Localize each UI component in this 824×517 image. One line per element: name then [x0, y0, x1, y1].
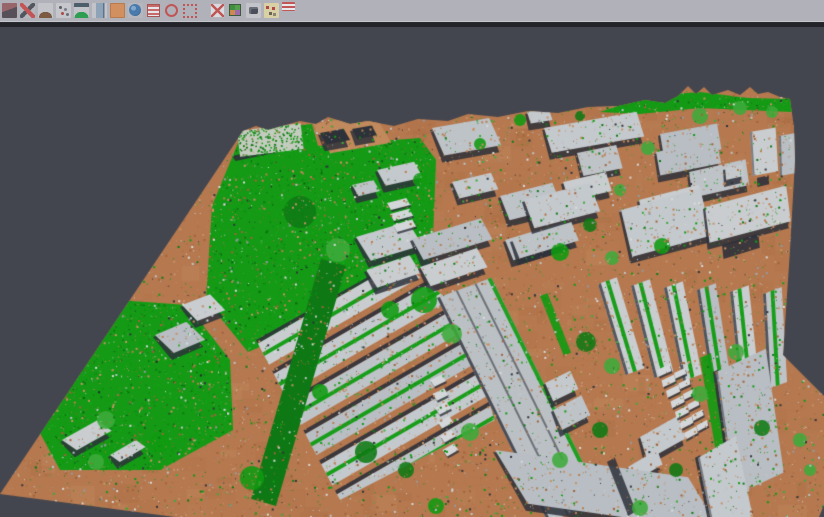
points-icon[interactable] [56, 3, 71, 18]
point-cloud-render[interactable] [0, 27, 824, 517]
move-tool-icon[interactable] [20, 3, 35, 18]
layers-icon[interactable] [146, 3, 161, 18]
camera-icon[interactable] [246, 3, 261, 18]
toolbar [0, 0, 824, 22]
3d-viewport[interactable] [0, 27, 824, 517]
globe-icon[interactable] [128, 3, 143, 18]
terrain-icon[interactable] [38, 3, 53, 18]
profile-icon[interactable] [92, 3, 107, 18]
ground-class-icon[interactable] [110, 3, 125, 18]
zoom-extents-icon[interactable] [182, 3, 197, 18]
circle-select-icon[interactable] [164, 3, 179, 18]
point-cloud-viewer-window [0, 0, 824, 517]
vegetation-icon[interactable] [74, 3, 89, 18]
import-cloud-icon[interactable] [2, 3, 17, 18]
classification-palette-icon[interactable] [228, 3, 243, 18]
annotations-icon[interactable] [264, 3, 279, 18]
clear-selection-icon[interactable] [210, 3, 225, 18]
flag-icon[interactable] [282, 2, 295, 11]
